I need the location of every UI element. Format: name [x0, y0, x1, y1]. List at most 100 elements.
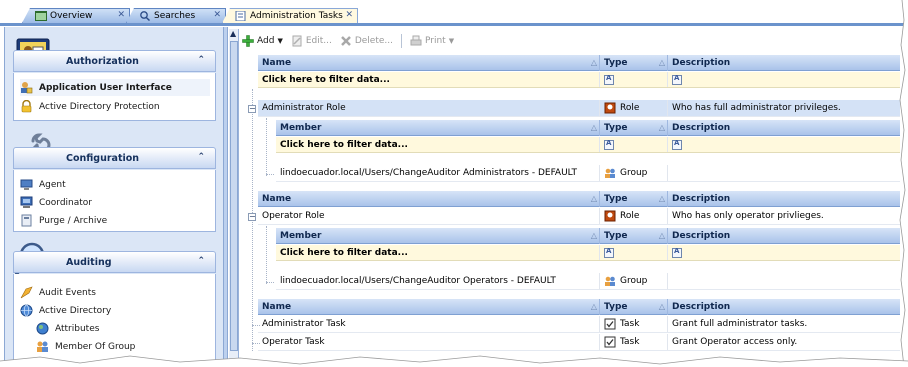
cell-name: Administrator Role: [258, 100, 600, 116]
cell-name: Operator Role: [258, 208, 600, 224]
column-header-name[interactable]: Name △: [258, 191, 600, 207]
column-header-label: Type: [604, 231, 628, 241]
row-type: Role: [620, 211, 640, 221]
tab-label: Searches: [154, 11, 196, 21]
nav-item-active-directory[interactable]: Active Directory: [20, 302, 210, 319]
column-header-name[interactable]: Name △: [258, 299, 600, 315]
column-header-type[interactable]: Type △: [600, 228, 668, 244]
task-icon: [604, 318, 616, 330]
column-header-member[interactable]: Member △: [276, 120, 600, 136]
tab-overview[interactable]: Overview ✕: [22, 8, 130, 23]
tab-searches[interactable]: Searches ✕: [126, 8, 226, 23]
dropdown-icon[interactable]: ▼: [449, 37, 454, 45]
column-header-member[interactable]: Member △: [276, 228, 600, 244]
column-header-description[interactable]: Description: [668, 191, 900, 207]
group-header-auditing[interactable]: Auditing ⌃: [13, 251, 216, 273]
delete-button[interactable]: Delete...: [340, 35, 393, 47]
table-row-operator-role[interactable]: Operator Role Role Who has only operator…: [258, 208, 900, 225]
table-row-administrator-role[interactable]: Administrator Role Role Who has full adm…: [258, 100, 900, 117]
filter-cell-name[interactable]: Click here to filter data...: [258, 72, 600, 87]
column-header-type[interactable]: Type △: [600, 55, 668, 71]
collapse-icon[interactable]: ⌃: [197, 152, 205, 162]
sort-icon: △: [590, 123, 597, 132]
column-header-label: Member: [280, 123, 322, 133]
collapse-icon[interactable]: ⌃: [197, 256, 205, 266]
filter-cell-type[interactable]: [600, 137, 668, 152]
filter-cell-type[interactable]: [600, 72, 668, 87]
column-header-description[interactable]: Description: [668, 120, 900, 136]
filter-row[interactable]: Click here to filter data...: [258, 72, 900, 88]
column-header-type[interactable]: Type △: [600, 191, 668, 207]
cell-description: [668, 273, 900, 289]
scroll-up-icon[interactable]: ▲: [230, 29, 236, 38]
filter-cell-member[interactable]: Click here to filter data...: [276, 245, 600, 260]
cell-description: [668, 165, 900, 181]
vertical-scrollbar[interactable]: ▲: [229, 29, 239, 367]
column-header-type[interactable]: Type △: [600, 120, 668, 136]
sort-icon: △: [658, 194, 665, 203]
tab-administration-tasks[interactable]: Administration Tasks ✕: [222, 8, 358, 23]
filter-cell-member[interactable]: Click here to filter data...: [276, 137, 600, 152]
group-header-authorization[interactable]: Authorization ⌃: [13, 50, 216, 72]
collapse-icon[interactable]: ⌃: [197, 55, 205, 65]
group-title: Authorization: [66, 55, 139, 67]
collapse-row-icon[interactable]: −: [248, 105, 256, 113]
table-row-operator-task[interactable]: Operator Task Task Grant Operator access…: [258, 334, 900, 351]
cell-description: Who has only operator privlieges.: [668, 208, 900, 224]
filter-icon[interactable]: [604, 139, 614, 150]
print-button[interactable]: Print ▼: [410, 35, 454, 47]
group-header-configuration[interactable]: Configuration ⌃: [13, 147, 216, 169]
nav-item-audit-events[interactable]: Audit Events: [20, 284, 210, 301]
close-icon[interactable]: ✕: [213, 10, 221, 20]
grid-header: Name △ Type △ Description: [258, 299, 900, 315]
group-icon: [605, 276, 615, 286]
nav-item-label: Coordinator: [39, 197, 93, 208]
table-row-operator-member[interactable]: lindoecuador.local/Users/ChangeAuditor O…: [276, 273, 900, 290]
edit-button[interactable]: Edit...: [291, 35, 332, 47]
filter-cell-description[interactable]: [668, 245, 900, 260]
close-icon[interactable]: ✕: [117, 10, 125, 20]
filter-icon[interactable]: [604, 247, 614, 258]
nav-item-attributes[interactable]: Attributes: [36, 320, 223, 337]
column-header-description[interactable]: Description: [668, 55, 900, 71]
filter-icon[interactable]: [604, 74, 614, 85]
nav-item-active-directory-protection[interactable]: Active Directory Protection: [20, 98, 210, 115]
filter-icon[interactable]: [672, 139, 682, 150]
add-button[interactable]: Add ▼: [242, 35, 283, 47]
filter-icon[interactable]: [672, 247, 682, 258]
close-icon[interactable]: ✕: [345, 10, 353, 20]
member-filter-row[interactable]: Click here to filter data...: [276, 137, 900, 153]
nav-item-application-user-interface[interactable]: Application User Interface: [20, 79, 210, 96]
scrollbar-thumb[interactable]: [230, 41, 238, 351]
filter-cell-type[interactable]: [600, 245, 668, 260]
nav-item-label: Audit Events: [39, 287, 96, 298]
column-header-label: Description: [672, 58, 731, 68]
group-icon: [37, 341, 48, 352]
nav-item-coordinator[interactable]: Coordinator: [20, 194, 210, 211]
collapse-row-icon[interactable]: −: [248, 213, 256, 221]
filter-cell-description[interactable]: [668, 137, 900, 152]
add-label: Add: [257, 36, 275, 46]
member-filter-row[interactable]: Click here to filter data...: [276, 245, 900, 261]
table-row-administrator-task[interactable]: Administrator Task Task Grant full admin…: [258, 316, 900, 333]
row-name: Administrator Task: [262, 319, 346, 329]
print-icon: [410, 35, 422, 46]
column-header-type[interactable]: Type △: [600, 299, 668, 315]
filter-icon[interactable]: [672, 74, 682, 85]
grid-header: Name △ Type △ Description: [258, 191, 900, 207]
column-header-label: Member: [280, 231, 322, 241]
row-type: Group: [620, 276, 648, 286]
dropdown-icon[interactable]: ▼: [277, 37, 282, 45]
group-title: Auditing: [66, 256, 112, 268]
column-header-name[interactable]: Name △: [258, 55, 600, 71]
nav-item-agent[interactable]: Agent: [20, 176, 210, 193]
member-header: Member △ Type △ Description: [276, 120, 900, 136]
column-header-description[interactable]: Description: [668, 228, 900, 244]
nav-item-purge-archive[interactable]: Purge / Archive: [20, 212, 210, 229]
nav-splitter[interactable]: [224, 27, 228, 367]
filter-cell-description[interactable]: [668, 72, 900, 87]
user-lock-icon: [21, 82, 33, 94]
table-row-admin-member[interactable]: lindoecuador.local/Users/ChangeAuditor A…: [276, 165, 900, 182]
column-header-label: Description: [672, 302, 731, 312]
column-header-description[interactable]: Description: [668, 299, 900, 315]
